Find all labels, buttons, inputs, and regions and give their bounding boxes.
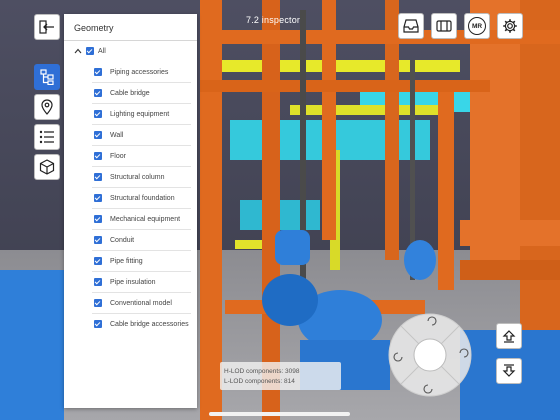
split-view-button[interactable] <box>431 13 457 39</box>
checkbox[interactable] <box>94 320 102 328</box>
checkbox[interactable] <box>94 299 102 307</box>
tree-item-lighting-equipment[interactable]: Lighting equipment <box>94 104 191 124</box>
geometry-panel: Geometry All Piping accessories Cable br… <box>64 14 197 408</box>
settings-button[interactable] <box>497 13 523 39</box>
tree-button[interactable] <box>34 64 60 90</box>
tree-item-label: Cable bridge accessories <box>110 320 189 328</box>
tree-item-label: Structural column <box>110 173 165 181</box>
exit-arrow-icon <box>39 20 54 34</box>
inbox-button[interactable] <box>398 13 424 39</box>
mr-button[interactable]: MR <box>464 13 490 39</box>
checkbox[interactable] <box>94 131 102 139</box>
lod-info-box: H-LOD components: 3098 L-LOD components:… <box>220 362 341 390</box>
tree-item-label: Conventional model <box>110 299 172 307</box>
tree-item-conventional-model[interactable]: Conventional model <box>94 293 191 313</box>
tree-item-pipe-insulation[interactable]: Pipe insulation <box>94 272 191 292</box>
cube-button[interactable] <box>34 154 60 180</box>
checkbox[interactable] <box>94 236 102 244</box>
tree-item-label: Floor <box>110 152 126 160</box>
orbit-joystick-icon[interactable] <box>388 313 472 397</box>
window-title: 7.2 inspector <box>246 15 301 25</box>
checkbox[interactable] <box>94 278 102 286</box>
inbox-tray-icon <box>403 19 419 33</box>
checkbox[interactable] <box>94 152 102 160</box>
checkbox[interactable] <box>94 257 102 265</box>
home-indicator[interactable] <box>209 412 350 416</box>
gear-icon <box>503 19 517 33</box>
tree-item-cable-bridge[interactable]: Cable bridge <box>94 83 191 103</box>
checkbox[interactable] <box>94 215 102 223</box>
tree-item-label: Lighting equipment <box>110 110 170 118</box>
tree-item-cable-bridge-accessories[interactable]: Cable bridge accessories <box>94 314 191 334</box>
tree-item-label: Conduit <box>110 236 135 244</box>
list-icon <box>39 130 54 144</box>
location-button[interactable] <box>34 94 60 120</box>
tree-item-label: Pipe insulation <box>110 278 156 286</box>
tree-item-label: Pipe fitting <box>110 257 143 265</box>
tree-item-mechanical-equipment[interactable]: Mechanical equipment <box>94 209 191 229</box>
checkbox[interactable] <box>94 68 102 76</box>
mr-icon: MR <box>468 17 486 35</box>
tree-item-floor[interactable]: Floor <box>94 146 191 166</box>
tree-item-wall[interactable]: Wall <box>94 125 191 145</box>
cube-icon <box>39 159 55 175</box>
tree-item-label: Structural foundation <box>110 194 175 202</box>
list-button[interactable] <box>34 124 60 150</box>
location-pin-icon <box>41 99 53 115</box>
exit-button[interactable] <box>34 14 60 40</box>
hlod-count: H-LOD components: 3098 <box>224 368 300 375</box>
split-view-icon <box>436 20 452 32</box>
llod-count: L-LOD components: 814 <box>224 378 295 385</box>
tree-item-conduit[interactable]: Conduit <box>94 230 191 250</box>
level-down-icon <box>502 364 516 377</box>
tree-item-structural-foundation[interactable]: Structural foundation <box>94 188 191 208</box>
panel-title: Geometry <box>74 23 114 33</box>
tree-root-all[interactable]: All <box>74 41 191 61</box>
checkbox-all[interactable] <box>86 47 94 55</box>
checkbox[interactable] <box>94 89 102 97</box>
level-up-icon <box>502 330 516 343</box>
tree-item-label: Wall <box>110 131 124 139</box>
checkbox[interactable] <box>94 110 102 118</box>
tree-item-pipe-fitting[interactable]: Pipe fitting <box>94 251 191 271</box>
tree-item-label: All <box>98 47 106 55</box>
tree-item-label: Piping accessories <box>110 68 169 76</box>
level-up-button[interactable] <box>496 323 522 349</box>
tree-hierarchy-icon <box>40 69 54 85</box>
chevron-up-icon[interactable] <box>74 48 82 54</box>
level-down-button[interactable] <box>496 358 522 384</box>
checkbox[interactable] <box>94 194 102 202</box>
tree-item-structural-column[interactable]: Structural column <box>94 167 191 187</box>
tree-item-label: Mechanical equipment <box>110 215 181 223</box>
checkbox[interactable] <box>94 173 102 181</box>
tree-item-label: Cable bridge <box>110 89 150 97</box>
tree-item-piping-accessories[interactable]: Piping accessories <box>94 62 191 82</box>
